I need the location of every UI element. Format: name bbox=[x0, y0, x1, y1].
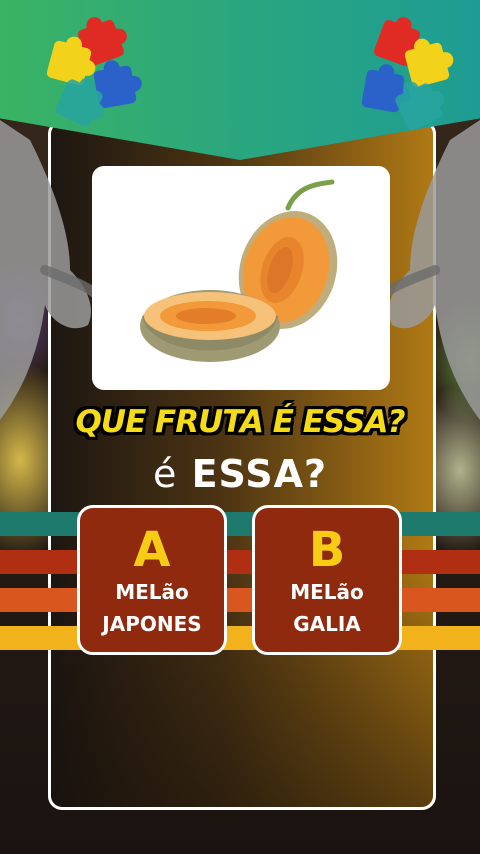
fruit-photo bbox=[92, 166, 390, 390]
answer-b-button[interactable]: B MELão GALIA bbox=[252, 505, 402, 655]
answer-b-line2: GALIA bbox=[293, 612, 361, 636]
answer-a-line1: MELão bbox=[115, 580, 189, 604]
stripe-teal bbox=[0, 512, 480, 536]
melon-photo-icon bbox=[140, 179, 338, 362]
stripe-orange bbox=[0, 588, 480, 612]
question-subtitle: é ESSA? bbox=[0, 452, 480, 496]
answer-a-line2: JAPONES bbox=[102, 612, 202, 636]
answer-b-letter: B bbox=[308, 522, 346, 578]
stripe-red bbox=[0, 550, 480, 574]
stripe-yellow bbox=[0, 626, 480, 650]
answer-a-button[interactable]: A MELão JAPONES bbox=[77, 505, 227, 655]
question-title: QUE FRUTA É ESSA? bbox=[75, 404, 406, 440]
subtitle-word-e: é bbox=[152, 452, 178, 496]
answer-a-letter: A bbox=[133, 522, 171, 578]
answer-b-line1: MELão bbox=[290, 580, 364, 604]
subtitle-word-essa: ESSA? bbox=[191, 452, 328, 496]
